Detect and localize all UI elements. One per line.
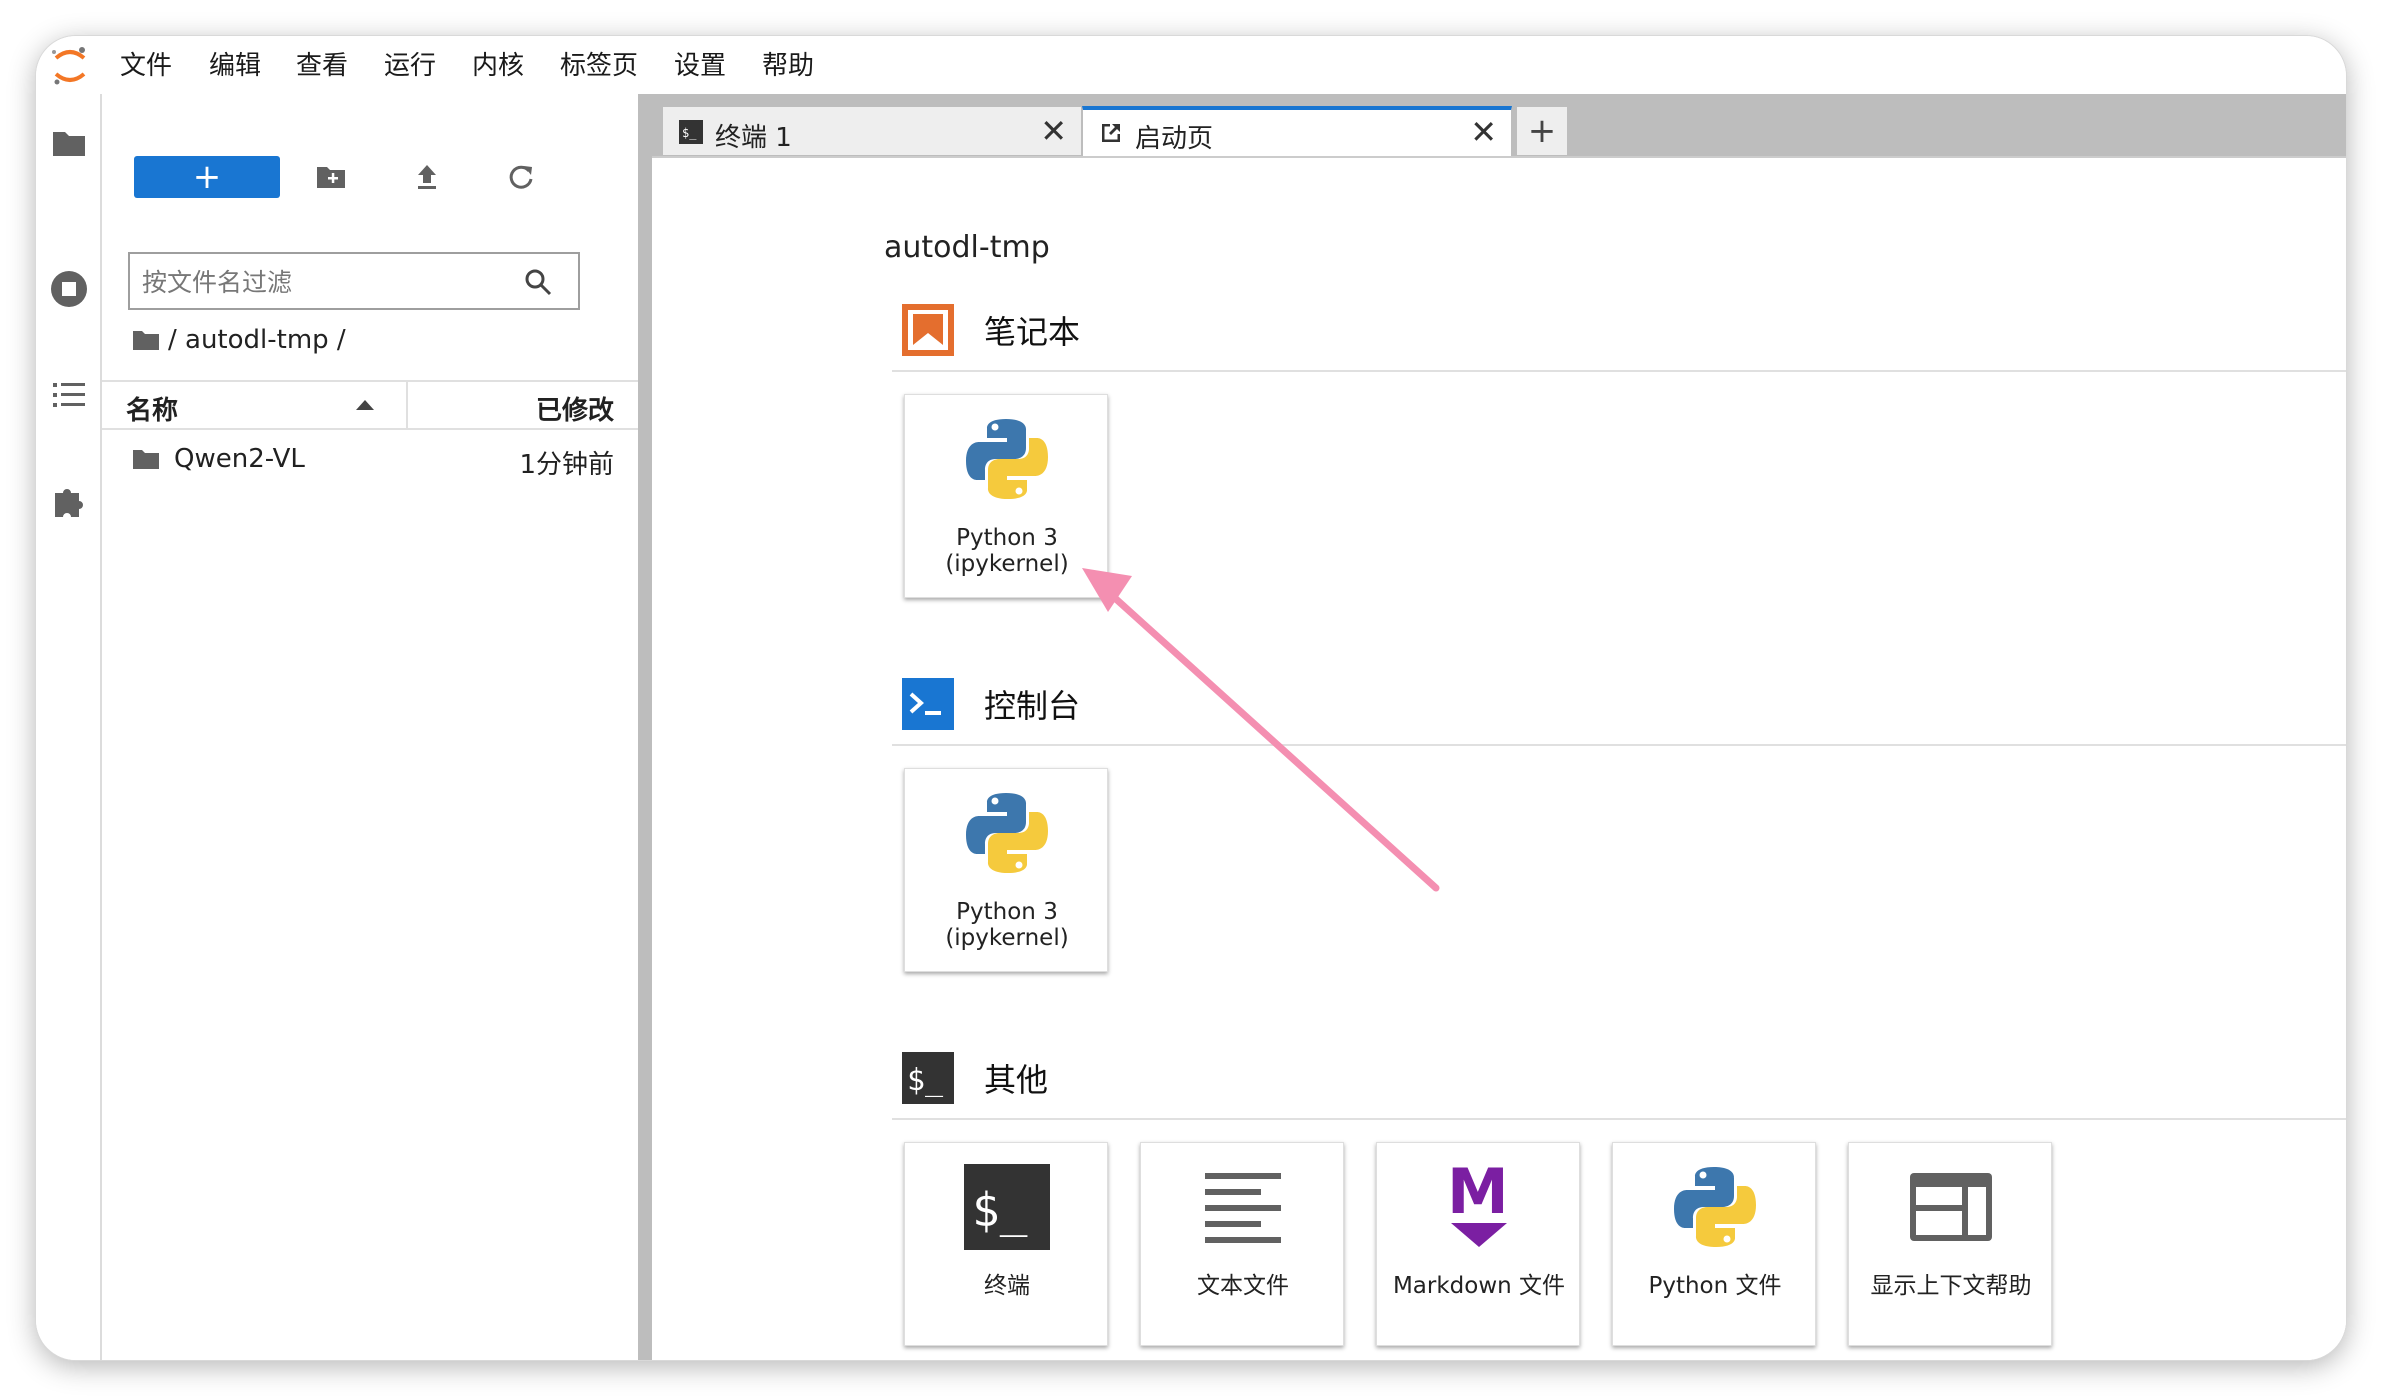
menu-kernel[interactable]: 内核: [472, 50, 524, 82]
file-row[interactable]: Qwen2-VL 1分钟前: [102, 434, 638, 486]
card-label: 显示上下文帮助: [1870, 1273, 2032, 1299]
breadcrumb: / autodl-tmp /: [132, 322, 346, 358]
tab-terminal[interactable]: $_ 终端 1 ✕: [662, 106, 1082, 156]
folder-icon[interactable]: [46, 120, 92, 166]
terminal-icon: $_: [679, 120, 703, 148]
python-file-card[interactable]: Python 文件: [1612, 1142, 1816, 1346]
section-label: 其他: [984, 1061, 1049, 1099]
section-console-header: 控制台: [900, 676, 1080, 732]
plus-label: +: [1527, 111, 1557, 151]
launcher-panel: autodl-tmp 笔记本 Python 3 (ipykernel) 控制台 …: [652, 156, 2346, 1360]
python-logo-icon: [957, 783, 1057, 883]
tab-bar: $_ 终端 1 ✕ 启动页 ✕ +: [652, 94, 2346, 156]
left-sidebar-rail: [36, 94, 102, 1360]
tab-label: 终端 1: [715, 123, 792, 153]
column-name-header[interactable]: 名称: [126, 390, 178, 427]
plus-label: +: [192, 157, 222, 197]
section-label: 笔记本: [984, 313, 1081, 351]
markdown-icon: M: [1429, 1157, 1529, 1257]
file-browser-panel: + / autodl-tmp / 名称 已修改: [102, 94, 638, 1360]
context-help-icon: [1901, 1157, 2001, 1257]
menu-view[interactable]: 查看: [296, 50, 348, 82]
context-help-card[interactable]: 显示上下文帮助: [1848, 1142, 2052, 1346]
file-filter-input[interactable]: [142, 264, 502, 300]
sort-ascending-icon: [356, 400, 374, 410]
card-label: Python 3 (ipykernel): [945, 899, 1069, 951]
close-icon[interactable]: ✕: [1470, 116, 1497, 148]
svg-text:M: M: [1447, 1157, 1509, 1228]
search-icon: [524, 268, 552, 300]
menu-bar: 文件 编辑 查看 运行 内核 标签页 设置 帮助: [36, 36, 2346, 94]
launch-icon: [1099, 121, 1123, 149]
svg-text:$_: $_: [972, 1183, 1028, 1237]
card-label: Python 3 (ipykernel): [945, 525, 1069, 577]
main-dock-area: $_ 终端 1 ✕ 启动页 ✕ + autodl-tmp 笔记本 Python …: [652, 94, 2346, 1360]
console-icon: [902, 678, 954, 730]
home-folder-icon[interactable]: [132, 329, 160, 351]
tab-label: 启动页: [1135, 124, 1214, 154]
file-filter-box: [128, 252, 580, 310]
menu-file[interactable]: 文件: [120, 50, 172, 82]
section-divider: [892, 744, 2346, 746]
file-list-header: 名称 已修改: [102, 380, 638, 430]
markdown-file-card[interactable]: M Markdown 文件: [1376, 1142, 1580, 1346]
column-modified-header[interactable]: 已修改: [536, 390, 614, 427]
menu-settings[interactable]: 设置: [674, 50, 726, 82]
panel-splitter[interactable]: [638, 94, 652, 1360]
card-label: Markdown 文件: [1392, 1273, 1566, 1299]
terminal-card[interactable]: $_ 终端: [904, 1142, 1108, 1346]
card-label: 终端: [984, 1273, 1030, 1299]
section-divider: [892, 1118, 2346, 1120]
new-folder-button[interactable]: [306, 156, 356, 198]
section-other-header: $_ 其他: [900, 1050, 1048, 1106]
python-logo-icon: [1665, 1157, 1765, 1257]
section-label: 控制台: [984, 687, 1081, 725]
section-notebook-header: 笔记本: [900, 302, 1080, 358]
menu-help[interactable]: 帮助: [762, 50, 814, 82]
close-icon[interactable]: ✕: [1040, 115, 1067, 147]
add-tab-button[interactable]: +: [1516, 106, 1568, 156]
upload-button[interactable]: [402, 156, 452, 198]
python-logo-icon: [957, 409, 1057, 509]
upload-icon: [418, 165, 436, 189]
text-file-icon: [1193, 1157, 1293, 1257]
menu-run[interactable]: 运行: [384, 50, 436, 82]
file-name: Qwen2-VL: [174, 444, 305, 474]
menu-edit[interactable]: 编辑: [209, 50, 261, 82]
section-divider: [892, 370, 2346, 372]
breadcrumb-path[interactable]: / autodl-tmp /: [168, 325, 346, 355]
folder-icon: [132, 448, 160, 474]
card-label: 文本文件: [1197, 1273, 1289, 1299]
menu-tabs[interactable]: 标签页: [560, 50, 638, 82]
svg-text:$_: $_: [907, 1063, 944, 1098]
file-modified: 1分钟前: [519, 450, 614, 480]
console-python3-card[interactable]: Python 3 (ipykernel): [904, 768, 1108, 972]
refresh-button[interactable]: [496, 156, 546, 198]
list-icon[interactable]: [46, 372, 92, 418]
svg-text:$_: $_: [682, 126, 697, 140]
launcher-cwd: autodl-tmp: [884, 230, 1050, 265]
other-terminal-icon: $_: [902, 1052, 954, 1104]
new-folder-icon: [317, 167, 345, 188]
new-launcher-button[interactable]: +: [134, 156, 280, 198]
terminal-icon: $_: [957, 1157, 1057, 1257]
tab-launcher[interactable]: 启动页 ✕: [1082, 106, 1512, 156]
jupyter-logo-icon: [48, 44, 92, 88]
notebook-icon: [902, 304, 954, 356]
notebook-python3-card[interactable]: Python 3 (ipykernel): [904, 394, 1108, 598]
jupyterlab-window: 文件 编辑 查看 运行 内核 标签页 设置 帮助 + 按文件名过滤 / auto…: [36, 36, 2346, 1360]
column-divider[interactable]: [406, 382, 408, 428]
stop-circle-icon[interactable]: [46, 266, 92, 312]
card-label: Python 文件: [1648, 1273, 1782, 1299]
puzzle-icon[interactable]: [46, 478, 92, 524]
text-file-card[interactable]: 文本文件: [1140, 1142, 1344, 1346]
refresh-icon: [509, 165, 533, 189]
